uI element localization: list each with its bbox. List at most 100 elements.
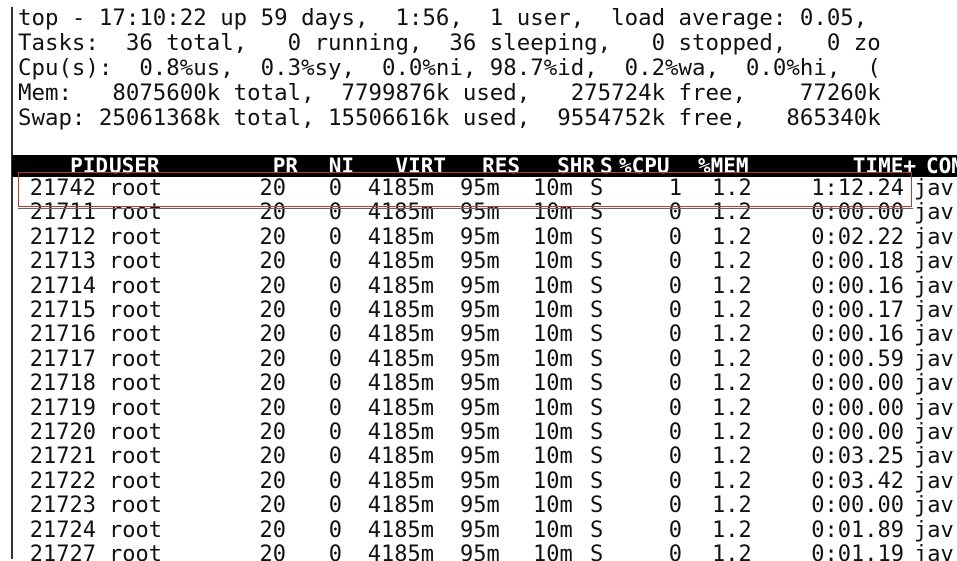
cell-cpu: 0 [668, 468, 682, 494]
process-row[interactable]: 21724 root 20 0 4185m 95m 10m S 0 1.2 0:01.89 jav [0, 517, 957, 543]
process-row[interactable]: 21721 root 20 0 4185m 95m 10m S 0 1.2 0:03.25 jav [0, 445, 957, 469]
cell-s: S [590, 224, 604, 250]
cell-res: 95m [460, 444, 500, 470]
cell-shr: 10m [533, 493, 573, 519]
cell-mem: 1.2 [712, 224, 752, 250]
cell-cmd: jav [914, 371, 954, 397]
process-row[interactable]: 21718 root 20 0 4185m 95m 10m S 0 1.2 0:00.00 jav [0, 372, 957, 396]
cell-s: S [590, 493, 604, 519]
cell-user: root [109, 395, 162, 421]
cell-ni: 0 [328, 249, 342, 275]
cell-res: 95m [460, 249, 500, 275]
uptime-line: top - 17:10:22 up 59 days, 1:56, 1 user,… [18, 5, 868, 31]
process-row[interactable]: 21714 root 20 0 4185m 95m 10m S 0 1.2 0:00.16 jav [0, 273, 957, 299]
cell-res: 95m [460, 322, 500, 348]
cell-virt: 4185m [367, 420, 434, 445]
cell-cmd: jav [914, 444, 954, 470]
cell-user: root [109, 273, 162, 299]
cell-shr: 10m [533, 395, 573, 421]
cell-mem: 1.2 [712, 444, 752, 470]
cell-cpu: 0 [668, 444, 682, 470]
cell-res: 95m [460, 346, 500, 372]
cell-s: S [590, 395, 604, 421]
cell-pr: 20 [259, 224, 287, 250]
cell-time: 0:02.22 [811, 224, 904, 250]
process-row[interactable]: 21717 root 20 0 4185m 95m 10m S 0 1.2 0:00.59 jav [0, 346, 957, 372]
process-row[interactable]: 21722 root 20 0 4185m 95m 10m S 0 1.2 0:03.42 jav [0, 468, 957, 494]
cell-cpu: 0 [668, 517, 682, 543]
cell-pid: 21714 [29, 273, 96, 299]
cell-mem: 1.2 [712, 420, 752, 445]
cell-res: 95m [460, 224, 500, 250]
process-row[interactable]: 21719 root 20 0 4185m 95m 10m S 0 1.2 0:00.00 jav [0, 395, 957, 421]
process-row[interactable]: 21715 root 20 0 4185m 95m 10m S 0 1.2 0:00.17 jav [0, 299, 957, 323]
cell-ni: 0 [328, 395, 342, 421]
cell-ni: 0 [328, 322, 342, 348]
cell-time: 0:00.18 [811, 249, 904, 275]
cell-virt: 4185m [367, 493, 434, 519]
cell-user: root [109, 371, 162, 397]
cell-cpu: 0 [668, 395, 682, 421]
cell-time: 0:00.00 [811, 493, 904, 519]
cell-mem: 1.2 [712, 273, 752, 299]
cell-pr: 20 [259, 468, 287, 494]
cell-ni: 0 [328, 468, 342, 494]
cell-time: 0:00.17 [811, 298, 904, 323]
cell-s: S [590, 542, 604, 561]
cell-time: 0:00.00 [811, 395, 904, 421]
terminal-window[interactable]: top - 17:10:22 up 59 days, 1:56, 1 user,… [0, 0, 957, 561]
cell-pr: 20 [259, 444, 287, 470]
cell-cpu: 0 [668, 371, 682, 397]
cell-pr: 20 [259, 249, 287, 275]
process-row[interactable]: 21727 root 20 0 4185m 95m 10m S 0 1.2 0:01.19 jav [0, 543, 957, 561]
cell-ni: 0 [328, 346, 342, 372]
cell-cmd: jav [914, 273, 954, 299]
cell-pr: 20 [259, 322, 287, 348]
cell-virt: 4185m [367, 371, 434, 397]
cell-cpu: 0 [668, 542, 682, 561]
cell-shr: 10m [533, 346, 573, 372]
cell-shr: 10m [533, 517, 573, 543]
cell-mem: 1.2 [712, 298, 752, 323]
cell-user: root [109, 249, 162, 275]
cell-mem: 1.2 [712, 371, 752, 397]
cell-s: S [590, 346, 604, 372]
cell-cpu: 0 [668, 224, 682, 250]
cell-shr: 10m [533, 224, 573, 250]
cell-res: 95m [460, 395, 500, 421]
cell-shr: 10m [533, 371, 573, 397]
cell-shr: 10m [533, 273, 573, 299]
cell-pid: 21723 [29, 493, 96, 519]
cell-user: root [109, 493, 162, 519]
top-summary: top - 17:10:22 up 59 days, 1:56, 1 user,… [18, 6, 881, 131]
col-header-command: COM [926, 154, 957, 178]
cell-user: root [109, 468, 162, 494]
cell-cmd: jav [914, 298, 954, 323]
cell-pr: 20 [259, 371, 287, 397]
cell-time: 0:00.00 [811, 420, 904, 445]
tasks-line: Tasks: 36 total, 0 running, 36 sleeping,… [18, 30, 881, 56]
mem-line: Mem: 8075600k total, 7799876k used, 2757… [18, 80, 881, 106]
cell-ni: 0 [328, 444, 342, 470]
cell-s: S [590, 273, 604, 299]
process-row[interactable]: 21716 root 20 0 4185m 95m 10m S 0 1.2 0:00.16 jav [0, 323, 957, 347]
cell-ni: 0 [328, 371, 342, 397]
process-row[interactable]: 21712 root 20 0 4185m 95m 10m S 0 1.2 0:02.22 jav [0, 224, 957, 250]
process-row[interactable]: 21713 root 20 0 4185m 95m 10m S 0 1.2 0:00.18 jav [0, 250, 957, 274]
process-row[interactable]: 21720 root 20 0 4185m 95m 10m S 0 1.2 0:00.00 jav [0, 421, 957, 445]
cell-cmd: jav [914, 493, 954, 519]
swap-line: Swap: 25061368k total, 15506616k used, 9… [18, 105, 881, 131]
cell-time: 0:00.16 [811, 322, 904, 348]
cell-mem: 1.2 [712, 322, 752, 348]
cell-s: S [590, 444, 604, 470]
cell-cmd: jav [914, 322, 954, 348]
cell-shr: 10m [533, 542, 573, 561]
process-row[interactable]: 21723 root 20 0 4185m 95m 10m S 0 1.2 0:00.00 jav [0, 494, 957, 518]
cell-cpu: 0 [668, 420, 682, 445]
cell-user: root [109, 517, 162, 543]
cell-cpu: 0 [668, 249, 682, 275]
cell-pid: 21718 [29, 371, 96, 397]
cell-s: S [590, 468, 604, 494]
cell-user: root [109, 298, 162, 323]
cell-user: root [109, 224, 162, 250]
